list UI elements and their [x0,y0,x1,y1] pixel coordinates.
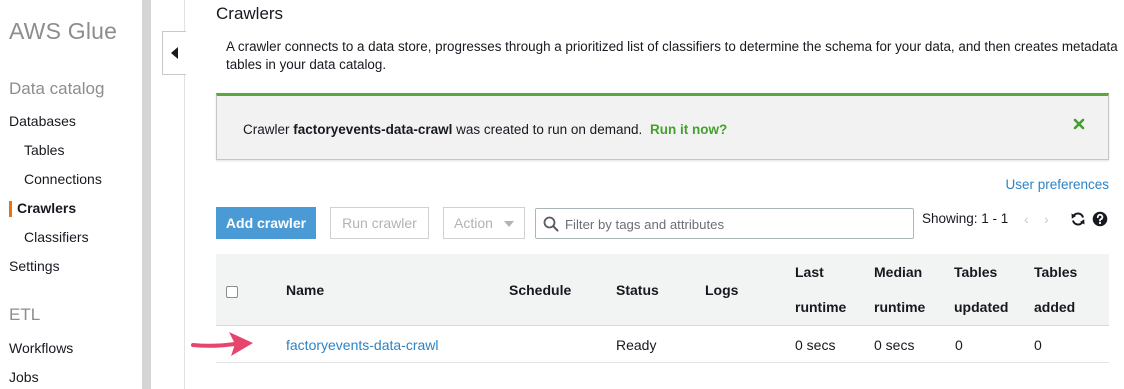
flash-suffix: was created to run on demand. [456,122,643,137]
sidebar-item-crawlers[interactable]: Crawlers [17,200,76,216]
column-header-last-runtime[interactable]: Last runtime [795,255,846,325]
column-header-line: Tables [954,264,998,280]
section-data-catalog: Data catalog [9,79,105,98]
collapse-sidebar-button[interactable] [162,31,186,75]
user-preferences-link[interactable]: User preferences [1005,177,1109,192]
sidebar-item-connections[interactable]: Connections [24,171,102,187]
success-flash-banner: Crawler factoryevents-data-crawl was cre… [216,93,1109,160]
flash-prefix: Crawler [243,122,290,137]
cell-tables-added: 0 [1034,337,1042,353]
next-page-button[interactable]: › [1044,211,1049,227]
table-header: Name Schedule Status Logs Last runtime M… [216,254,1109,326]
column-header-tables-added[interactable]: Tables added [1034,255,1077,325]
column-header-line: runtime [874,299,926,315]
action-dropdown[interactable]: Action [443,207,525,239]
column-header-tables-updated[interactable]: Tables updated [954,255,1008,325]
main-content: Crawlers A crawler connects to a data st… [216,0,1124,389]
cell-median-runtime: 0 secs [874,337,915,353]
column-header-name[interactable]: Name [286,273,324,308]
cell-last-runtime: 0 secs [795,337,836,353]
active-indicator [9,201,12,217]
annotation-arrow-icon [191,332,253,356]
sidebar-item-classifiers[interactable]: Classifiers [24,229,89,245]
sidebar-scrollbar[interactable] [142,0,151,389]
chevron-down-icon [504,221,514,227]
cell-status: Ready [616,337,657,353]
column-header-line: added [1034,299,1076,315]
column-header-status[interactable]: Status [616,273,659,308]
cell-tables-updated: 0 [955,337,963,353]
search-icon [543,216,559,232]
sidebar-item-databases[interactable]: Databases [9,113,76,129]
add-crawler-button[interactable]: Add crawler [216,207,316,239]
flash-message: Crawler factoryevents-data-crawl was cre… [243,122,727,137]
page-title: Crawlers [216,4,284,23]
column-header-line: Last [795,264,824,280]
caret-left-icon [170,47,178,59]
help-icon[interactable] [1092,211,1108,227]
column-header-line: Median [874,264,923,280]
table-row[interactable]: factoryevents-data-crawl Ready 0 secs 0 … [216,327,1109,363]
run-crawler-button[interactable]: Run crawler [330,207,429,239]
page-description: A crawler connects to a data store, prog… [226,39,1118,72]
column-header-schedule[interactable]: Schedule [509,273,571,308]
section-etl: ETL [9,305,41,324]
action-dropdown-label: Action [454,215,493,231]
sidebar-item-jobs[interactable]: Jobs [9,369,39,385]
pagination-summary: Showing: 1 - 1 [922,211,1009,226]
previous-page-button[interactable]: ‹ [1024,211,1029,227]
left-navigation: AWS Glue Data catalog Databases Tables C… [0,0,142,389]
close-icon[interactable] [1072,117,1086,131]
column-header-line: runtime [795,299,847,315]
service-title: AWS Glue [9,18,118,44]
crawler-name-link[interactable]: factoryevents-data-crawl [286,337,439,353]
column-header-line: Tables [1034,264,1078,280]
filter-search-box[interactable] [535,208,914,239]
column-header-line: updated [954,299,1009,315]
column-header-logs[interactable]: Logs [705,273,738,308]
sidebar-item-settings[interactable]: Settings [9,258,60,274]
flash-crawler-name: factoryevents-data-crawl [293,122,453,137]
sidebar-item-tables[interactable]: Tables [24,142,64,158]
sidebar-item-workflows[interactable]: Workflows [9,340,73,356]
run-it-now-link[interactable]: Run it now? [650,122,727,137]
select-all-checkbox[interactable] [226,286,238,298]
column-header-median-runtime[interactable]: Median runtime [874,255,925,325]
refresh-icon[interactable] [1070,211,1086,227]
filter-input[interactable] [565,213,905,235]
